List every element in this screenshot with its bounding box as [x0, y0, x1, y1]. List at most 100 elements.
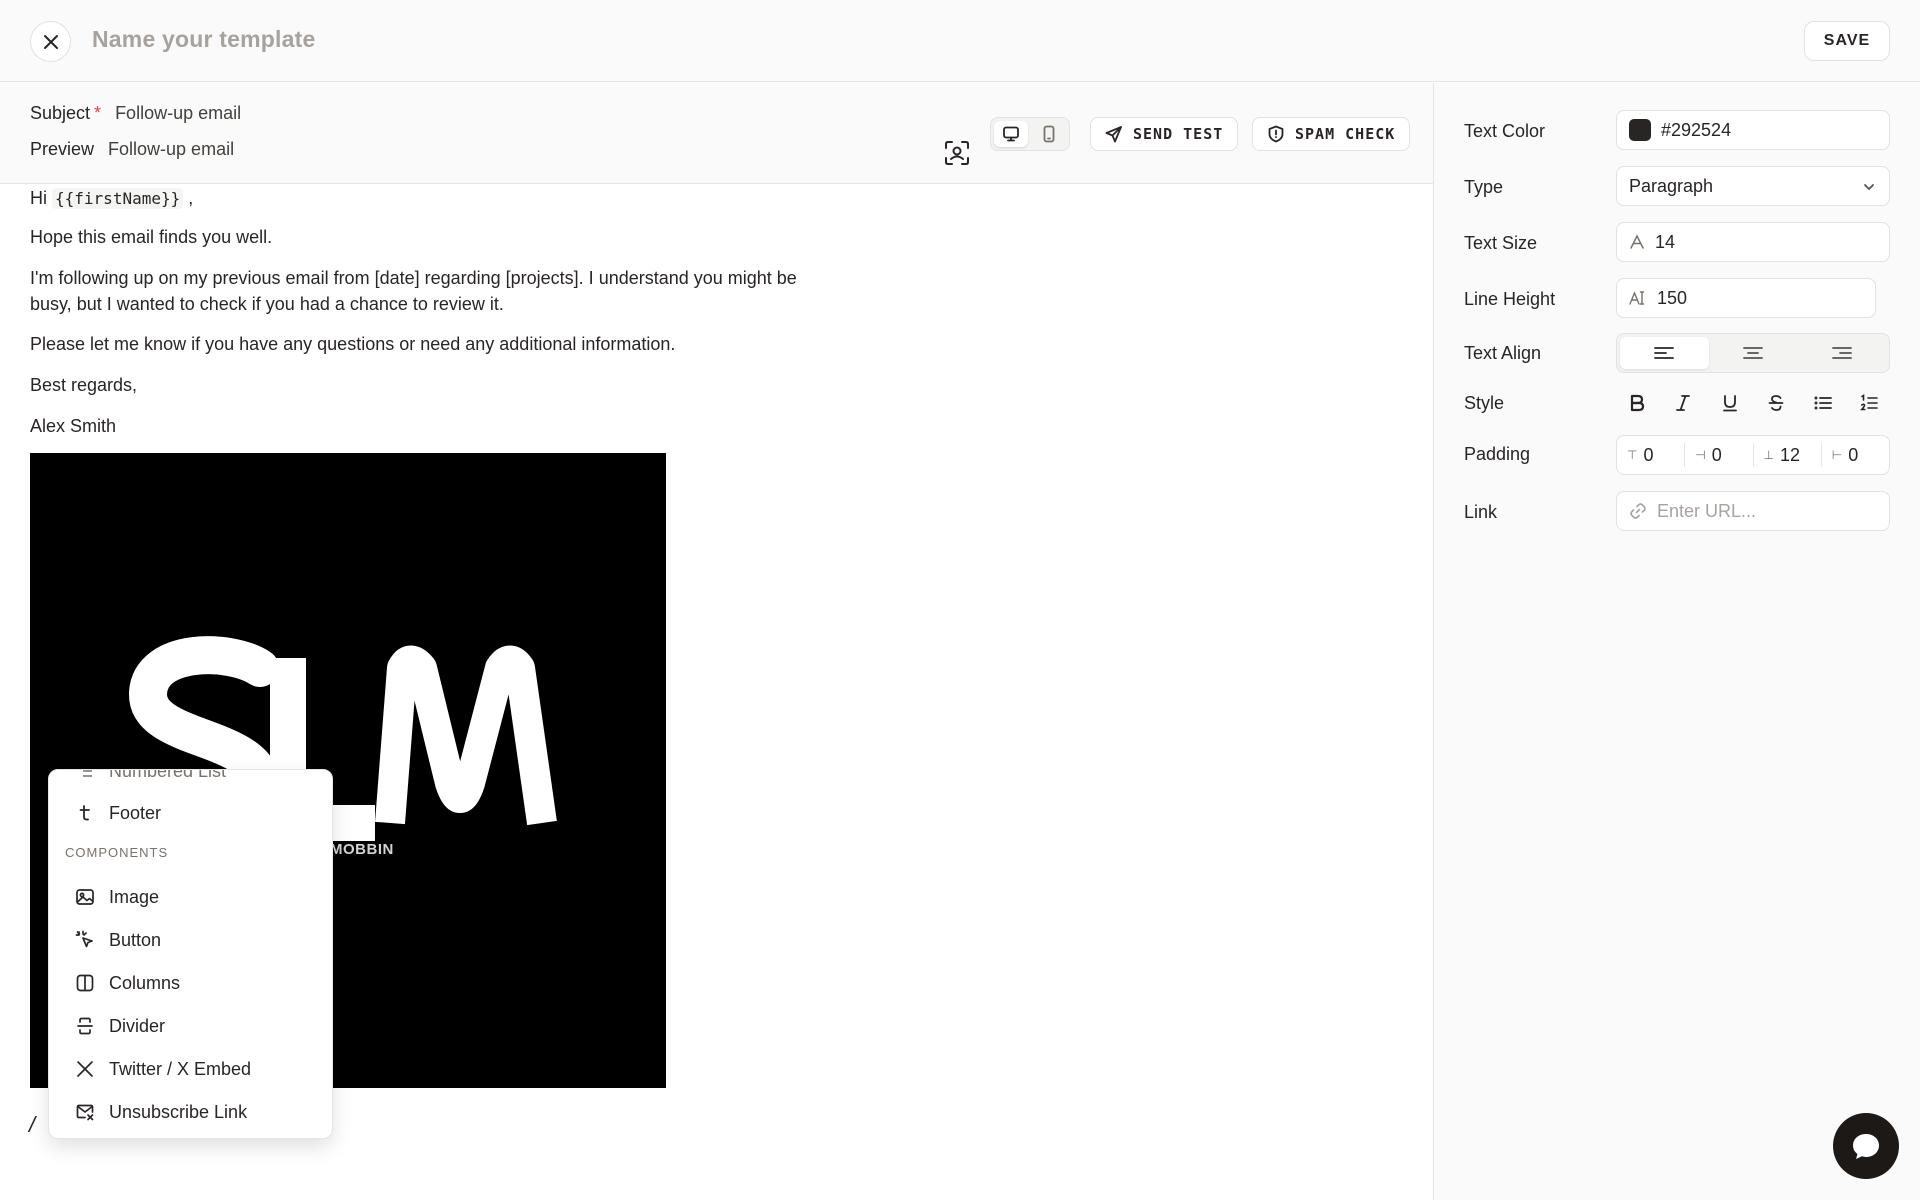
- type-value: Paragraph: [1629, 175, 1714, 196]
- desktop-view-button[interactable]: [994, 121, 1028, 147]
- italic-button[interactable]: [1668, 388, 1698, 418]
- paragraph-1[interactable]: Hope this email finds you well.: [30, 224, 272, 250]
- padding-left-value: 0: [1848, 444, 1859, 465]
- mobile-view-button[interactable]: [1032, 121, 1066, 147]
- numbered-list-button[interactable]: [1854, 388, 1884, 418]
- send-icon: [1105, 126, 1122, 143]
- preview-input[interactable]: Follow-up email: [108, 139, 234, 159]
- mail-x-icon: [75, 1102, 95, 1122]
- x-logo-icon: [75, 1059, 95, 1079]
- columns-icon: [75, 973, 95, 993]
- align-left-icon: [1654, 347, 1675, 359]
- numbered-list-icon: [75, 770, 95, 781]
- menu-item-label: Footer: [109, 802, 162, 823]
- spam-check-button[interactable]: SPAM CHECK: [1252, 117, 1411, 151]
- menu-item-unsubscribe-link[interactable]: Unsubscribe Link: [49, 1091, 332, 1133]
- link-label: Link: [1464, 502, 1498, 522]
- color-swatch[interactable]: [1629, 119, 1651, 141]
- signature-name[interactable]: Alex Smith: [30, 413, 116, 439]
- type-select[interactable]: Paragraph: [1616, 166, 1890, 206]
- greeting-line[interactable]: Hi {{firstName}} ,: [30, 185, 193, 212]
- padding-bottom-icon: ⊥: [1763, 448, 1774, 462]
- text-cursor-glyph: /: [29, 1112, 36, 1137]
- line-height-label: Line Height: [1464, 289, 1556, 309]
- padding-right-value: 0: [1711, 444, 1722, 465]
- text-size-label: Text Size: [1464, 233, 1538, 253]
- padding-bottom-value: 12: [1779, 444, 1800, 465]
- chat-icon: [1853, 1134, 1879, 1159]
- link-input[interactable]: Enter URL...: [1616, 491, 1890, 531]
- image-icon: [75, 887, 95, 907]
- paragraph-2-line-1[interactable]: I'm following up on my previous email fr…: [30, 265, 797, 291]
- underline-icon: [1722, 395, 1737, 412]
- menu-item-twitter-embed[interactable]: Twitter / X Embed: [49, 1048, 332, 1090]
- align-left-button[interactable]: [1620, 337, 1709, 369]
- template-name-input[interactable]: Name your template: [92, 26, 315, 53]
- paragraph-3[interactable]: Please let me know if you have any quest…: [30, 331, 675, 357]
- properties-panel: Text Color #292524 Type Paragraph Text S…: [1433, 83, 1920, 1200]
- bullet-list-icon: [1814, 396, 1832, 410]
- text-size-input[interactable]: 14: [1616, 222, 1890, 262]
- send-test-button[interactable]: SEND TEST: [1090, 117, 1239, 151]
- padding-top-icon: ⊤: [1627, 448, 1638, 462]
- slash-command-menu: Numbered List Footer COMPONENTS Image Bu…: [48, 769, 333, 1139]
- scan-user-icon: [945, 141, 969, 165]
- divider-icon: [75, 1016, 95, 1036]
- scan-user-button[interactable]: [940, 136, 974, 170]
- text-color-field[interactable]: #292524: [1616, 110, 1890, 150]
- menu-item-button[interactable]: Button: [49, 919, 332, 961]
- italic-icon: [1676, 395, 1691, 411]
- menu-item-label: Image: [109, 886, 160, 907]
- close-button[interactable]: [30, 21, 71, 62]
- greeting-suffix: ,: [188, 188, 194, 208]
- menu-item-image[interactable]: Image: [49, 876, 332, 918]
- padding-left-input[interactable]: ⊢ 0: [1822, 443, 1889, 467]
- text-align-control: [1616, 333, 1890, 373]
- text-color-value: #292524: [1661, 119, 1732, 140]
- padding-top-input[interactable]: ⊤ 0: [1617, 443, 1686, 467]
- subject-input[interactable]: Follow-up email: [115, 103, 241, 123]
- type-label: Type: [1464, 177, 1504, 197]
- strikethrough-button[interactable]: [1761, 388, 1791, 418]
- preview-row: Preview Follow-up email: [30, 139, 234, 160]
- menu-item-label: Button: [109, 929, 162, 950]
- padding-left-icon: ⊢: [1831, 448, 1843, 462]
- link-placeholder: Enter URL...: [1657, 500, 1757, 521]
- chat-support-button[interactable]: [1833, 1113, 1899, 1179]
- phone-icon: [1043, 125, 1055, 143]
- bold-button[interactable]: [1622, 388, 1652, 418]
- save-button[interactable]: SAVE: [1804, 21, 1890, 61]
- menu-item-columns[interactable]: Columns: [49, 962, 332, 1004]
- align-center-button[interactable]: [1709, 337, 1798, 369]
- strikethrough-icon: [1768, 395, 1784, 411]
- padding-bottom-input[interactable]: ⊥ 12: [1754, 443, 1822, 467]
- required-mark: *: [94, 103, 102, 123]
- line-height-icon: [1629, 291, 1645, 305]
- bullet-list-button[interactable]: [1808, 388, 1838, 418]
- subject-label: Subject: [30, 103, 91, 123]
- line-height-value: 150: [1657, 287, 1688, 308]
- align-right-button[interactable]: [1797, 337, 1886, 369]
- send-test-label: SEND TEST: [1133, 125, 1224, 143]
- spam-check-label: SPAM CHECK: [1295, 125, 1396, 143]
- first-name-variable[interactable]: {{firstName}}: [52, 188, 184, 209]
- padding-right-input[interactable]: ⊣ 0: [1685, 443, 1754, 467]
- text-size-value: 14: [1655, 231, 1676, 252]
- pointer-click-icon: [75, 930, 95, 950]
- padding-top-value: 0: [1643, 444, 1654, 465]
- email-meta-bar: Subject * Follow-up email Preview Follow-up…: [0, 83, 1433, 184]
- menu-item-footer[interactable]: Footer: [49, 792, 332, 834]
- padding-control: ⊤ 0 ⊣ 0 ⊥ 12 ⊢ 0: [1616, 435, 1890, 475]
- menu-item-divider[interactable]: Divider: [49, 1005, 332, 1047]
- numbered-list-icon: [1859, 394, 1878, 411]
- align-right-icon: [1831, 347, 1852, 359]
- padding-right-icon: ⊣: [1695, 448, 1706, 462]
- signoff[interactable]: Best regards,: [30, 372, 137, 398]
- link-icon: [1630, 503, 1646, 519]
- underline-button[interactable]: [1715, 388, 1745, 418]
- line-height-input[interactable]: 150: [1616, 278, 1876, 318]
- paragraph-2-line-2[interactable]: busy, but I wanted to check if you had a…: [30, 291, 504, 317]
- menu-item-label: Divider: [109, 1015, 166, 1036]
- menu-item-numbered-list[interactable]: Numbered List: [49, 770, 332, 786]
- preview-label: Preview: [30, 139, 95, 159]
